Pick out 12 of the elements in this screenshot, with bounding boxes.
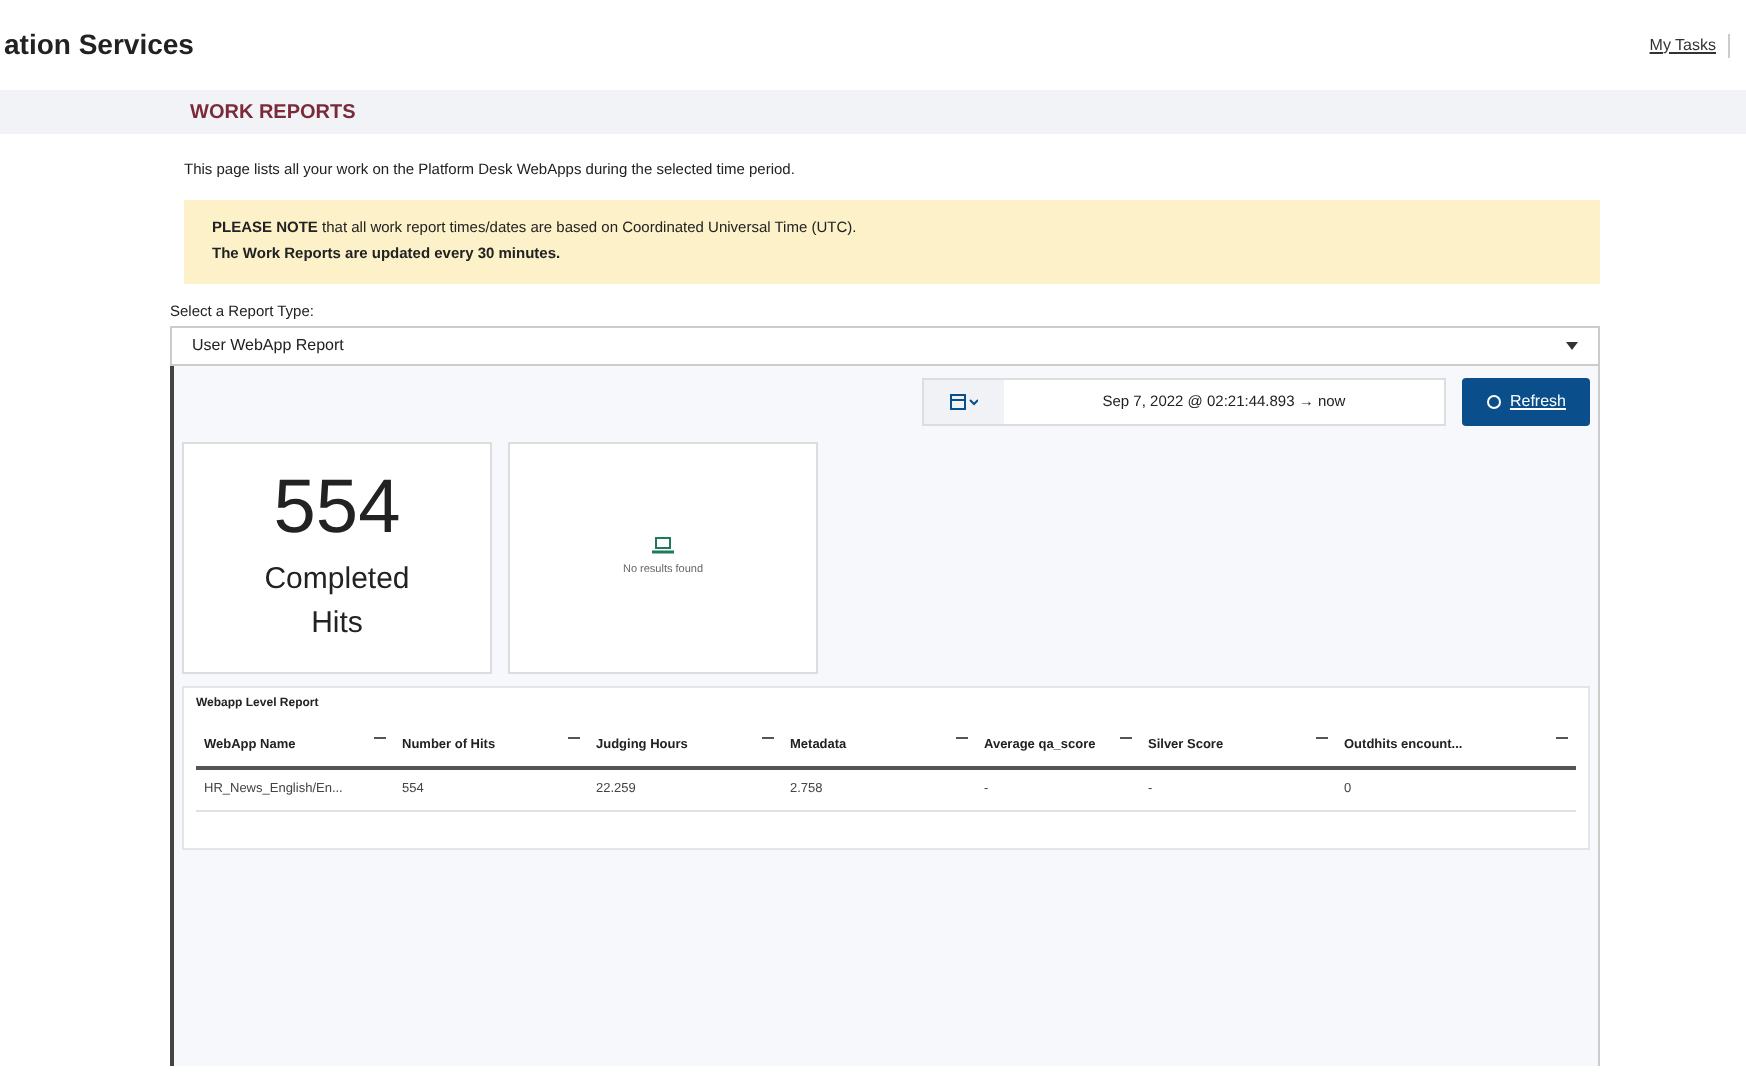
- my-tasks-link[interactable]: My Tasks: [1649, 33, 1730, 57]
- refresh-icon: [1485, 394, 1502, 410]
- calendar-button[interactable]: [923, 380, 1004, 424]
- page-title: WORK REPORTS: [190, 99, 356, 127]
- report-type-select[interactable]: User WebApp Report: [170, 326, 1600, 366]
- calendar-icon: [949, 394, 978, 410]
- caret-icon: [1566, 342, 1578, 350]
- metric-value: 554: [273, 469, 401, 545]
- metric-label: Completed Hits: [262, 559, 412, 644]
- app-title: ation Services: [4, 26, 194, 64]
- refresh-button[interactable]: Refresh: [1461, 378, 1590, 426]
- laptop-icon: [652, 536, 674, 555]
